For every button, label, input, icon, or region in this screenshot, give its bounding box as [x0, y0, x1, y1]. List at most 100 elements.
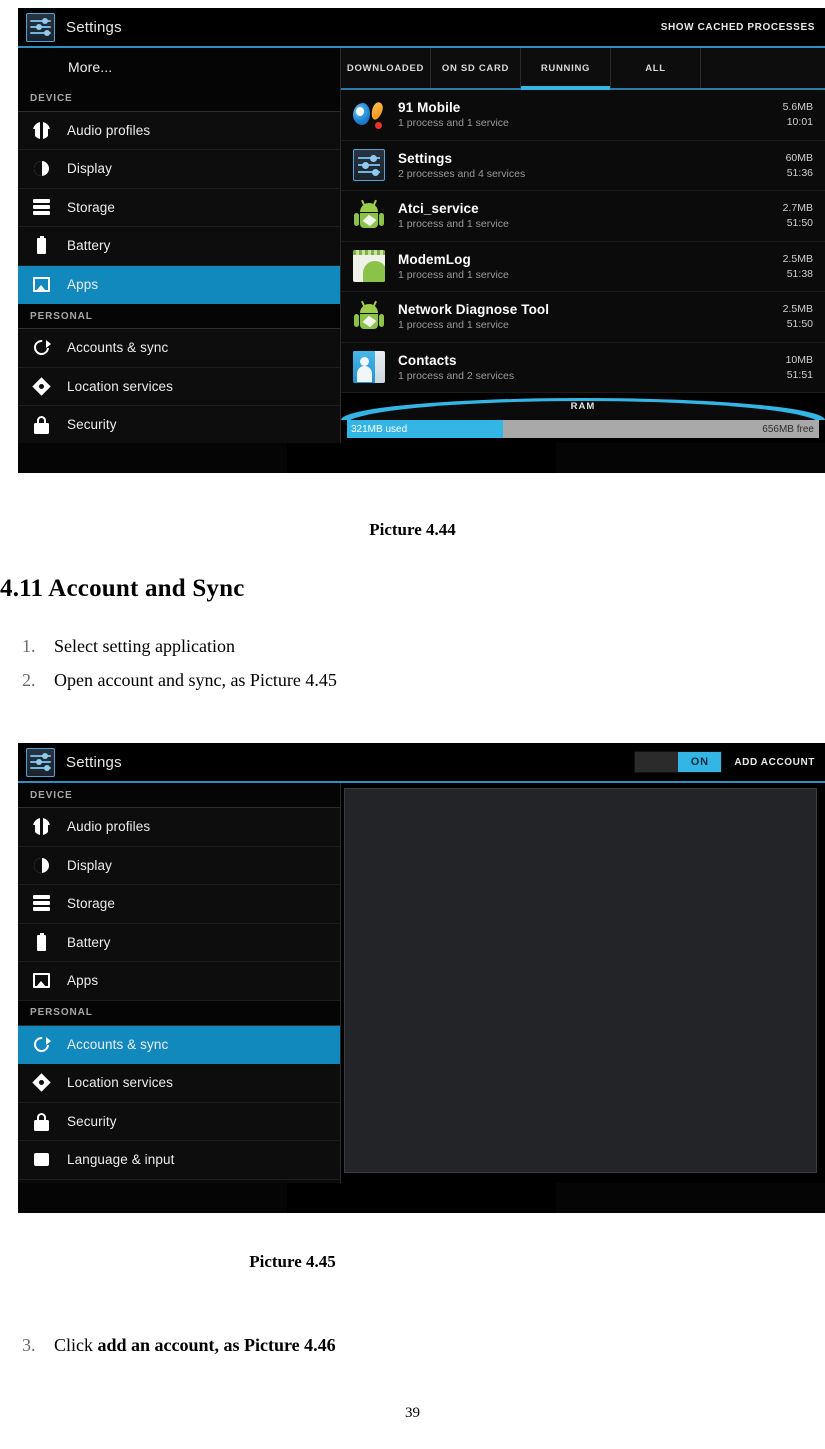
sidebar-item-audio-profiles[interactable]: Audio profiles	[18, 808, 340, 847]
show-cached-processes-button[interactable]: SHOW CACHED PROCESSES	[661, 22, 815, 33]
sidebar-item-label: Accounts & sync	[67, 340, 169, 356]
page-number: 39	[405, 1405, 420, 1421]
figure-caption-445: Picture 4.45	[249, 1252, 336, 1271]
screenshot-accounts-sync: Settings ON ADD ACCOUNT DEVICE Audio pro…	[18, 743, 825, 1213]
sidebar-item-label: Location services	[67, 378, 174, 394]
battery-icon	[32, 932, 51, 952]
storage-icon	[32, 198, 51, 217]
settings-app-icon	[26, 747, 55, 777]
app-91-mobile-icon	[353, 98, 385, 131]
apps-icon	[32, 275, 51, 294]
sidebar-item-apps[interactable]: Apps	[18, 265, 340, 304]
location-icon	[32, 377, 51, 396]
sidebar-item-display[interactable]: Display	[18, 150, 340, 189]
sync-icon	[32, 1035, 51, 1054]
nav-segment-recents[interactable]	[556, 1183, 825, 1213]
android-robot-icon	[353, 199, 385, 232]
step3-lead: Click	[54, 1335, 98, 1355]
process-name: Settings	[398, 150, 453, 166]
instruction-list-continued: 3. Click add an account, as Picture 4.46	[22, 1335, 336, 1369]
display-icon	[32, 856, 51, 875]
sync-icon	[32, 338, 51, 357]
sidebar-item-battery[interactable]: Battery	[18, 923, 340, 962]
list-item-text: Open account and sync, as Picture 4.45	[54, 670, 337, 690]
screenshot-apps-running: Settings SHOW CACHED PROCESSES More... D…	[18, 8, 825, 473]
sidebar-item-more[interactable]: More...	[18, 48, 340, 87]
nav-segment-home[interactable]	[287, 1183, 556, 1213]
process-stats: 2.7MB 51:50	[783, 202, 813, 229]
sidebar-item-label: Storage	[67, 896, 115, 912]
process-uptime: 51:36	[786, 166, 813, 179]
process-name: Network Diagnose Tool	[398, 302, 550, 318]
security-icon	[32, 415, 51, 435]
apps-icon	[32, 971, 51, 990]
sidebar-item-storage[interactable]: Storage	[18, 885, 340, 924]
sidebar-item-apps[interactable]: Apps	[18, 962, 340, 1001]
process-texts: 91 Mobile 1 process and 1 service	[398, 100, 509, 129]
sidebar-item-label: Battery	[67, 934, 111, 950]
process-size: 60MB	[785, 151, 813, 164]
modemlog-icon	[353, 250, 385, 283]
list-item: 1. Select setting application	[22, 636, 337, 657]
table-row[interactable]: Atci_service 1 process and 1 service 2.7…	[341, 191, 825, 242]
apps-tabs[interactable]: DOWNLOADED ON SD CARD RUNNING ALL	[341, 48, 825, 90]
sidebar-item-label: Battery	[67, 238, 111, 254]
sidebar-item-display[interactable]: Display	[18, 846, 340, 885]
settings-app-icon	[353, 149, 385, 182]
sidebar-item-storage[interactable]: Storage	[18, 188, 340, 227]
sidebar-item-label: Audio profiles	[67, 122, 151, 138]
list-item-number: 1.	[22, 636, 36, 656]
tabs-spacer	[701, 48, 825, 88]
table-row[interactable]: Contacts 1 process and 2 services 10MB 5…	[341, 342, 825, 393]
add-account-button[interactable]: ADD ACCOUNT	[734, 757, 815, 768]
process-name: Atci_service	[398, 201, 479, 217]
system-navigation-bar[interactable]	[18, 1183, 825, 1213]
settings-app-icon	[26, 12, 55, 42]
sidebar-item-audio-profiles[interactable]: Audio profiles	[18, 111, 340, 150]
list-item-number: 2.	[22, 670, 36, 690]
tab-running[interactable]: RUNNING	[521, 48, 611, 90]
sidebar-item-label: Apps	[67, 276, 99, 292]
table-row[interactable]: ModemLog 1 process and 1 service 2.5MB 5…	[341, 241, 825, 292]
location-icon	[32, 1073, 51, 1092]
sidebar-item-location-services[interactable]: Location services	[18, 1064, 340, 1103]
security-icon	[32, 1112, 51, 1131]
tab-downloaded[interactable]: DOWNLOADED	[341, 48, 431, 88]
process-detail: 1 process and 1 service	[398, 319, 509, 332]
system-navigation-bar[interactable]	[18, 443, 825, 473]
master-sync-toggle[interactable]: ON	[634, 751, 723, 773]
sidebar-item-security[interactable]: Security	[18, 1102, 340, 1141]
sidebar-item-label: More...	[68, 59, 113, 76]
process-texts: Settings 2 processes and 4 services	[398, 151, 525, 180]
sidebar-item-location-services[interactable]: Location services	[18, 367, 340, 406]
process-stats: 2.5MB 51:50	[783, 303, 813, 330]
nav-segment-back[interactable]	[18, 443, 287, 473]
table-row[interactable]: Network Diagnose Tool 1 process and 1 se…	[341, 292, 825, 343]
ram-used-segment: 321MB used	[347, 420, 503, 438]
process-list[interactable]: 91 Mobile 1 process and 1 service 5.6MB …	[341, 90, 825, 393]
toggle-on-label: ON	[678, 752, 722, 772]
sidebar-item-accounts-sync[interactable]: Accounts & sync	[18, 1025, 340, 1064]
sidebar-item-accounts-sync[interactable]: Accounts & sync	[18, 329, 340, 368]
list-item-text: Select setting application	[54, 636, 235, 656]
sidebar-item-security[interactable]: Security	[18, 406, 340, 443]
action-bar-accounts: Settings ON ADD ACCOUNT	[18, 743, 825, 783]
figure-caption-444: Picture 4.44	[369, 520, 456, 539]
list-item-text: Click add an account, as Picture 4.46	[54, 1335, 336, 1356]
sidebar-header-device: DEVICE	[18, 783, 340, 808]
settings-sidebar-accounts[interactable]: DEVICE Audio profiles Display Storage Ba…	[18, 783, 341, 1183]
settings-sidebar-apps[interactable]: More... DEVICE Audio profiles Display St…	[18, 48, 341, 443]
table-row[interactable]: 91 Mobile 1 process and 1 service 5.6MB …	[341, 90, 825, 141]
tab-on-sd-card[interactable]: ON SD CARD	[431, 48, 521, 88]
sidebar-item-label: Security	[67, 417, 117, 433]
nav-segment-back[interactable]	[18, 1183, 287, 1213]
nav-segment-home[interactable]	[287, 443, 556, 473]
table-row[interactable]: Settings 2 processes and 4 services 60MB…	[341, 140, 825, 191]
nav-segment-recents[interactable]	[556, 443, 825, 473]
list-item: 2. Open account and sync, as Picture 4.4…	[22, 670, 337, 691]
sidebar-item-language-input[interactable]: Language & input	[18, 1141, 340, 1180]
action-bar-right: SHOW CACHED PROCESSES	[661, 22, 815, 33]
process-size: 10MB	[785, 353, 813, 366]
tab-all[interactable]: ALL	[611, 48, 701, 88]
sidebar-item-battery[interactable]: Battery	[18, 227, 340, 266]
